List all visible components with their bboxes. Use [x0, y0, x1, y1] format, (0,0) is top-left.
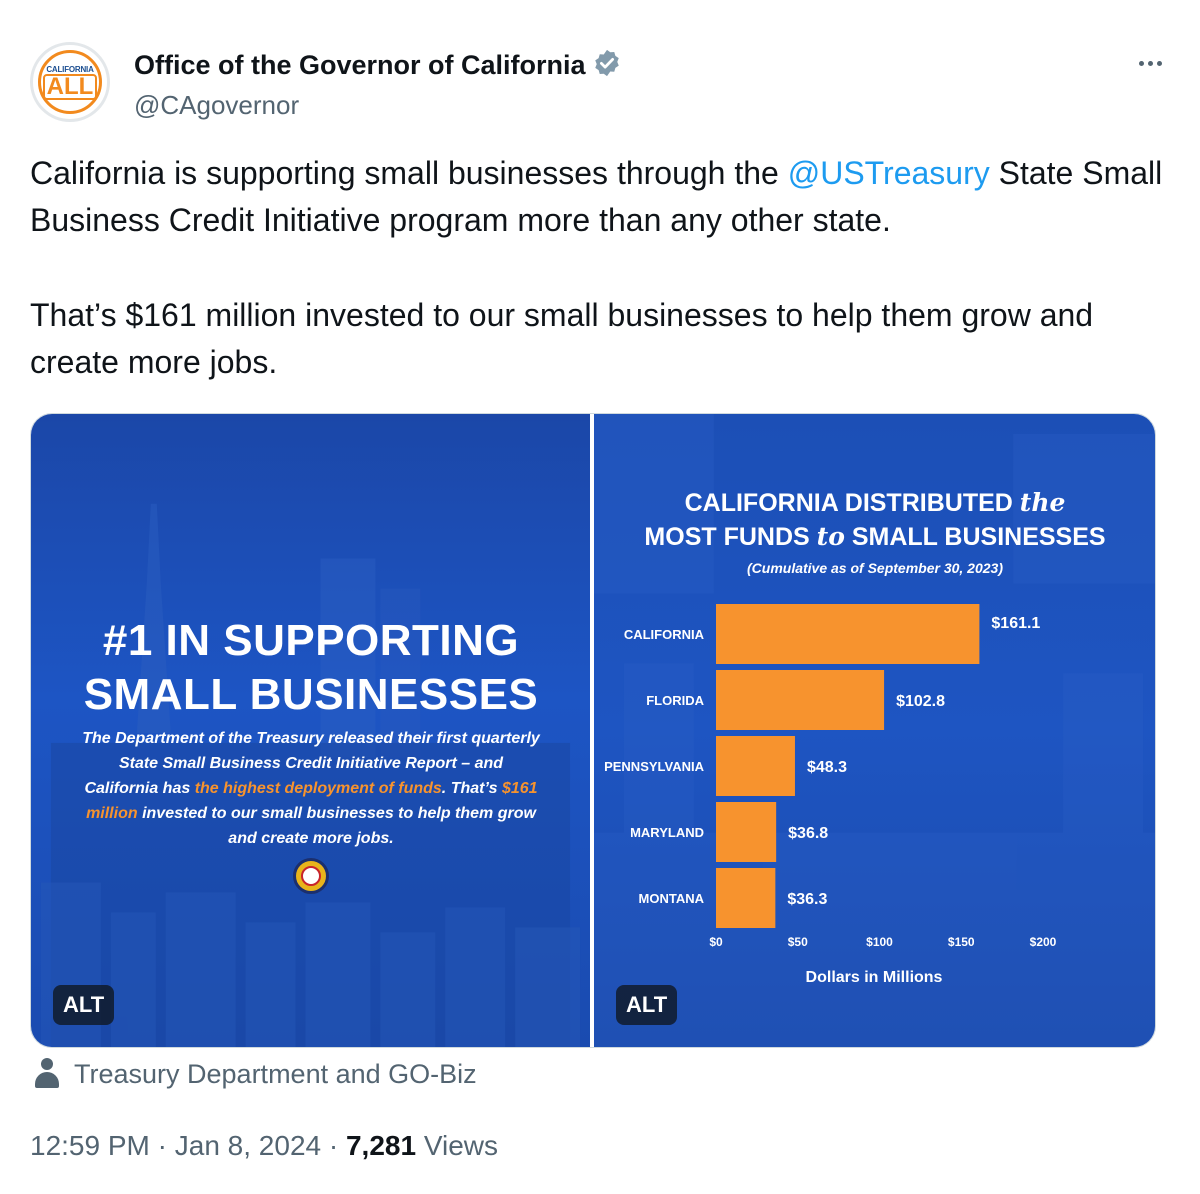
- tweet-time[interactable]: 12:59 PM: [30, 1130, 150, 1161]
- x-tick-label: $150: [948, 935, 975, 949]
- left-body: The Department of the Treasury released …: [81, 726, 541, 851]
- tweet-text-part: California is supporting small businesse…: [30, 155, 788, 191]
- chart-bar: [716, 736, 795, 796]
- x-tick-label: $50: [788, 935, 808, 949]
- views-count: 7,281: [345, 1130, 417, 1161]
- category-label: MONTANA: [639, 891, 705, 906]
- tweet-paragraph-2: That’s $161 million invested to our smal…: [30, 297, 1094, 380]
- media-grid: #1 IN SUPPORTING SMALL BUSINESSES The De…: [30, 413, 1156, 1048]
- category-label: CALIFORNIA: [624, 627, 705, 642]
- bar-chart: CALIFORNIA $161.1 FLORIDA $102.8 PENNSYLVANI…: [604, 604, 1057, 986]
- author-name[interactable]: Office of the Governor of California: [134, 48, 622, 81]
- x-tick-label: $0: [709, 935, 723, 949]
- left-title-line: SMALL BUSINESSES: [83, 670, 539, 719]
- state-seal-icon: [293, 858, 329, 894]
- category-label: FLORIDA: [646, 693, 704, 708]
- author-handle[interactable]: @CAgovernor: [134, 90, 299, 121]
- media-image-right[interactable]: CALIFORNIA DISTRIBUTED the MOST FUNDS to…: [594, 414, 1155, 1047]
- media-image-left[interactable]: #1 IN SUPPORTING SMALL BUSINESSES The De…: [31, 414, 590, 1047]
- tweet-header: CALIFORNIA ALL Office of the Governor of…: [30, 40, 1170, 130]
- person-icon: [32, 1058, 62, 1090]
- left-title: #1 IN SUPPORTING SMALL BUSINESSES: [31, 614, 590, 722]
- author-name-text: Office of the Governor of California: [134, 50, 586, 80]
- x-tick-label: $100: [866, 935, 893, 949]
- verified-badge-icon: [594, 49, 619, 77]
- value-label: $36.8: [788, 825, 828, 842]
- category-label: PENNSYLVANIA: [604, 759, 705, 774]
- more-options-icon[interactable]: [1130, 48, 1170, 78]
- tweet-text: California is supporting small businesse…: [30, 150, 1180, 386]
- chart-bar: [716, 868, 776, 928]
- chart-bar: [716, 670, 885, 730]
- left-body-text: . That’s: [441, 780, 502, 797]
- value-label: $102.8: [896, 693, 945, 710]
- value-label: $48.3: [807, 759, 847, 776]
- value-label: $36.3: [787, 891, 827, 908]
- chart-bar: [716, 604, 980, 664]
- x-axis-label: Dollars in Millions: [806, 969, 943, 986]
- avatar-logo: CALIFORNIA ALL: [38, 50, 102, 114]
- left-body-text: invested to our small businesses to help…: [137, 805, 536, 847]
- meta-separator: ·: [149, 1130, 175, 1161]
- avatar-logo-main: ALL: [42, 73, 98, 100]
- avatar[interactable]: CALIFORNIA ALL: [30, 42, 110, 122]
- chart-bar: [716, 802, 777, 862]
- alt-button[interactable]: ALT: [53, 985, 115, 1025]
- x-tick-label: $200: [1030, 935, 1057, 949]
- left-title-line: #1 IN SUPPORTING: [102, 616, 520, 665]
- tweet-meta: 12:59 PM · Jan 8, 2024 · 7,281 Views: [30, 1130, 498, 1162]
- value-label: $161.1: [991, 615, 1040, 632]
- views-label: Views: [416, 1130, 499, 1161]
- meta-separator: ·: [321, 1130, 346, 1161]
- mention-link[interactable]: @USTreasury: [788, 155, 990, 191]
- attribution-text: Treasury Department and GO-Biz: [74, 1058, 477, 1089]
- media-attribution[interactable]: Treasury Department and GO-Biz: [32, 1058, 477, 1090]
- tweet-paragraph-1: California is supporting small businesse…: [30, 150, 1180, 244]
- alt-button[interactable]: ALT: [616, 985, 678, 1025]
- left-body-highlight: the highest deployment of funds: [194, 780, 442, 797]
- tweet-date[interactable]: Jan 8, 2024: [175, 1130, 321, 1161]
- category-label: MARYLAND: [630, 825, 704, 840]
